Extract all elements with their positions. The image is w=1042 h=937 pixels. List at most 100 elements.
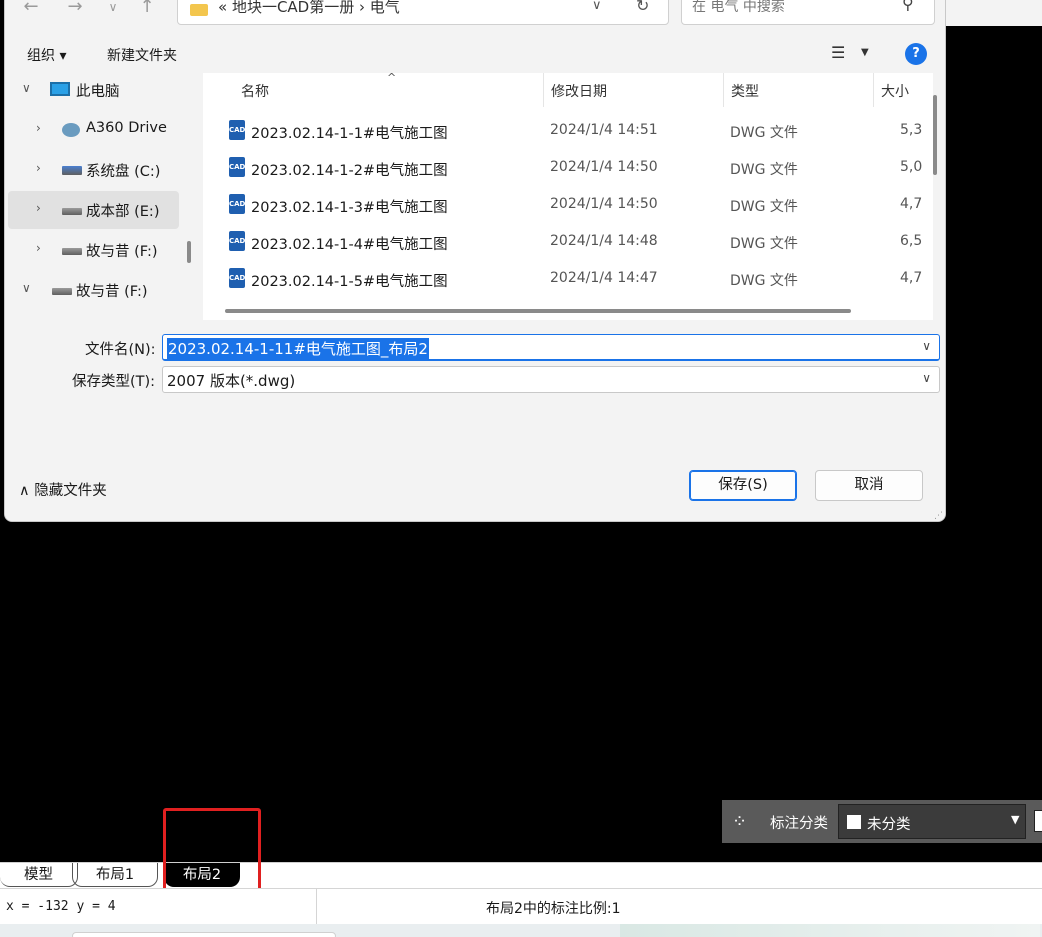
file-list: ^ 名称 修改日期 类型 大小 CAD 2023.02.14-1-1#电气施工图… [203, 71, 933, 320]
column-header-size[interactable]: 大小 [881, 81, 909, 101]
expand-icon[interactable]: › [36, 241, 41, 255]
column-header-modified[interactable]: 修改日期 [551, 81, 607, 101]
nav-item-label: 系统盘 (C:) [86, 164, 161, 180]
layout-tab-bar: 模型 布局1 布局2 [0, 862, 1042, 888]
expand-icon[interactable]: › [36, 201, 41, 215]
nav-item-drive-f-root[interactable]: ∨ 故与昔 (F:) [8, 271, 179, 309]
filetype-value: 2007 版本(*.dwg) [167, 372, 296, 390]
column-header-type[interactable]: 类型 [731, 81, 759, 101]
hide-folders-toggle[interactable]: ∧ 隐藏文件夹 [19, 479, 107, 500]
chevron-down-icon[interactable]: ∨ [592, 0, 602, 13]
nav-item-label: 此电脑 [76, 84, 120, 100]
folder-icon [190, 4, 208, 16]
chevron-down-icon[interactable]: ∨ [922, 371, 931, 385]
dialog-footer: ∧ 隐藏文件夹 保存(S) 取消 ⋰ [5, 445, 945, 521]
search-icon[interactable]: ⚲ [902, 0, 914, 13]
file-name: 2023.02.14-1-5#电气施工图 [251, 274, 448, 290]
file-size: 4,7 [900, 196, 923, 212]
file-type: DWG 文件 [730, 199, 798, 215]
nav-item-drive-c[interactable]: › 系统盘 (C:) [8, 151, 179, 189]
scroll-thumb[interactable] [933, 95, 937, 175]
color-swatch [847, 815, 861, 829]
file-modified: 2024/1/4 14:50 [550, 159, 658, 175]
nav-item-drive-f[interactable]: › 故与昔 (F:) [8, 231, 179, 269]
address-bar[interactable]: « 地块一CAD第一册 › 电气 ∨ ↻ [177, 0, 669, 25]
filename-field[interactable]: 2023.02.14-1-11#电气施工图_布局2 ∨ [162, 334, 940, 361]
nav-item-this-pc[interactable]: ∨ 此电脑 [8, 71, 179, 109]
column-divider[interactable] [873, 73, 874, 107]
vertical-scrollbar[interactable] [933, 73, 941, 320]
file-modified: 2024/1/4 14:48 [550, 233, 658, 249]
view-caret-icon[interactable]: ▼ [861, 47, 869, 58]
file-modified: 2024/1/4 14:47 [550, 270, 658, 286]
taskbar-search[interactable] [72, 932, 336, 937]
filetype-select[interactable]: 2007 版本(*.dwg) ∨ [162, 366, 940, 393]
annotation-scale-text: 布局2中的标注比例:1 [486, 901, 621, 917]
taskbar-background [620, 924, 1040, 937]
file-type: DWG 文件 [730, 162, 798, 178]
resize-grip-icon[interactable]: ⋰ [934, 511, 943, 521]
nav-item-drive-e[interactable]: › 成本部 (E:) [8, 191, 179, 229]
file-name: 2023.02.14-1-4#电气施工图 [251, 237, 448, 253]
expand-icon[interactable]: › [36, 121, 41, 135]
column-divider[interactable] [723, 73, 724, 107]
file-name: 2023.02.14-1-2#电气施工图 [251, 163, 448, 179]
organize-menu[interactable]: 组织 ▾ [27, 45, 66, 65]
file-name: 2023.02.14-1-1#电气施工图 [251, 126, 448, 142]
dropdown-arrow-icon[interactable]: ▼ [1011, 813, 1019, 826]
dwg-file-icon: CAD [229, 194, 245, 214]
forward-arrow-icon[interactable]: → [63, 0, 87, 19]
nav-scrollbar[interactable] [187, 241, 191, 263]
view-options-icon[interactable]: ☰ [831, 43, 845, 62]
file-row[interactable]: CAD 2023.02.14-1-1#电气施工图 2024/1/4 14:51 … [203, 113, 933, 150]
chevron-down-icon[interactable]: ∨ [922, 339, 931, 353]
drive-icon [62, 208, 82, 215]
column-divider[interactable] [543, 73, 544, 107]
chevron-up-icon: ∧ [19, 483, 35, 499]
nav-item-label: 故与昔 (F:) [86, 244, 158, 260]
file-row[interactable]: CAD 2023.02.14-1-3#电气施工图 2024/1/4 14:50 … [203, 187, 933, 224]
scroll-thumb[interactable] [225, 309, 851, 313]
save-button[interactable]: 保存(S) [689, 470, 797, 501]
annotation-category-bar: ⁘ 标注分类 未分类 ▼ [722, 800, 1042, 843]
help-icon[interactable]: ? [905, 43, 927, 65]
collapse-icon[interactable]: ∨ [22, 281, 31, 295]
file-type: DWG 文件 [730, 236, 798, 252]
drive-icon [62, 248, 82, 255]
dialog-top-bar: ← → ∨ ↑ « 地块一CAD第一册 › 电气 ∨ ↻ 在 电气 中搜索 ⚲ [5, 0, 945, 25]
search-placeholder: 在 电气 中搜索 [692, 0, 785, 15]
annotation-category-select[interactable]: 未分类 ▼ [838, 804, 1026, 839]
annotation-category-value: 未分类 [867, 817, 911, 833]
dwg-file-icon: CAD [229, 120, 245, 140]
file-type: DWG 文件 [730, 273, 798, 289]
drive-icon [62, 166, 82, 175]
recent-locations-icon[interactable]: ∨ [101, 0, 125, 19]
tab-layout1[interactable]: 布局1 [72, 863, 158, 887]
file-size: 4,7 [900, 270, 923, 286]
file-type: DWG 文件 [730, 125, 798, 141]
up-arrow-icon[interactable]: ↑ [135, 0, 159, 19]
collapse-icon[interactable]: ∨ [22, 81, 31, 95]
annotation-extra-control[interactable] [1034, 810, 1042, 832]
file-row[interactable]: CAD 2023.02.14-1-4#电气施工图 2024/1/4 14:48 … [203, 224, 933, 261]
file-row[interactable]: CAD 2023.02.14-1-2#电气施工图 2024/1/4 14:50 … [203, 150, 933, 187]
highlight-annotation-box [163, 808, 261, 897]
horizontal-scrollbar[interactable] [211, 309, 923, 313]
file-size: 6,5 [900, 233, 923, 249]
back-arrow-icon[interactable]: ← [19, 0, 43, 19]
annotation-grid-icon[interactable]: ⁘ [732, 811, 754, 833]
save-as-dialog: ← → ∨ ↑ « 地块一CAD第一册 › 电气 ∨ ↻ 在 电气 中搜索 ⚲ … [4, 0, 946, 522]
status-divider [316, 889, 317, 925]
breadcrumb[interactable]: « 地块一CAD第一册 › 电气 [218, 0, 400, 17]
column-header-name[interactable]: 名称 [241, 81, 269, 101]
expand-icon[interactable]: › [36, 161, 41, 175]
cancel-button[interactable]: 取消 [815, 470, 923, 501]
search-input[interactable]: 在 电气 中搜索 ⚲ [681, 0, 935, 25]
refresh-icon[interactable]: ↻ [636, 0, 649, 15]
tab-model[interactable]: 模型 [0, 863, 78, 887]
nav-item-a360[interactable]: › A360 Drive [8, 111, 179, 149]
new-folder-button[interactable]: 新建文件夹 [107, 45, 177, 65]
file-row[interactable]: CAD 2023.02.14-1-5#电气施工图 2024/1/4 14:47 … [203, 261, 933, 298]
sort-ascending-icon: ^ [387, 71, 397, 84]
cad-toolbar-strip [946, 0, 1042, 26]
